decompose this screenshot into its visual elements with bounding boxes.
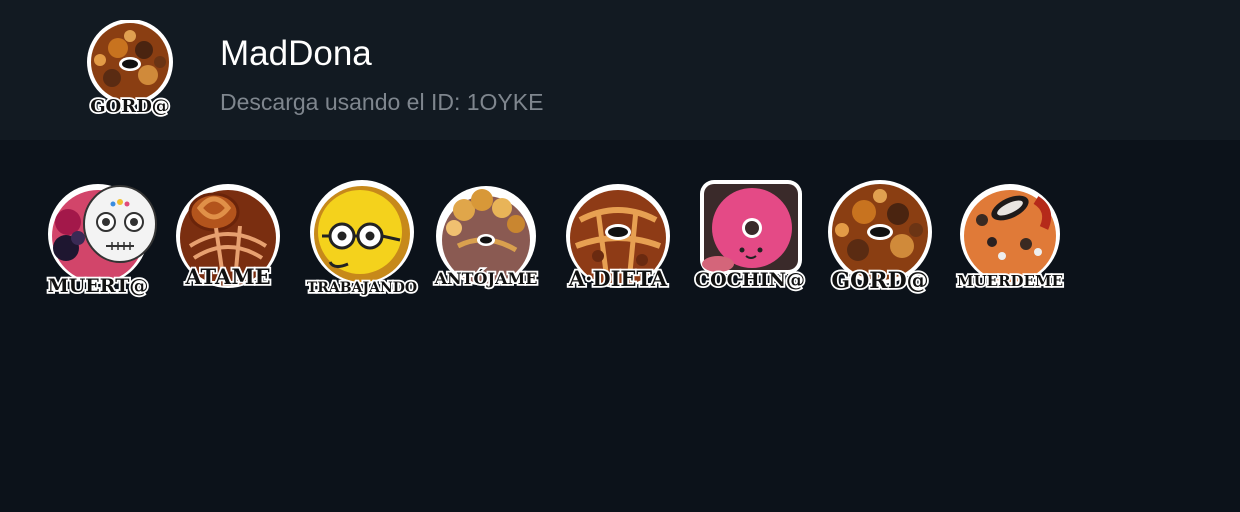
sticker-trabajando[interactable]: TRABAJANDO — [300, 180, 422, 298]
caramel-donut-icon: A·DIETA — [566, 184, 670, 293]
pink-piggy-donut-icon: COCHIN@ — [693, 180, 807, 293]
download-id-text: Descarga usando el ID: 1OYKE — [220, 89, 544, 115]
sticker-cochino[interactable]: COCHIN@ — [688, 180, 810, 298]
sticker-caption: ATAME — [184, 264, 270, 289]
glasses-smiley-donut-icon: TRABAJANDO — [305, 180, 419, 298]
sticker-caption: GORD@ — [831, 268, 928, 294]
sticker-caption: A·DIETA — [568, 266, 668, 291]
sticker-caption: COCHIN@ — [695, 269, 805, 291]
cookie-bacon-donut-icon: MUERDEME — [955, 184, 1065, 292]
thumbnail-caption: GORD@ — [90, 96, 170, 117]
pack-header: GORD@ MadDona Descarga usando el ID: 1OY… — [0, 0, 1240, 140]
sticker-muerdeme[interactable]: MUERDEME — [952, 180, 1074, 298]
sticker-atame[interactable]: ATAME — [170, 180, 292, 298]
loaded-chocolate-donut-icon: GORD@ — [828, 180, 932, 296]
sticker-a-dieta[interactable]: A·DIETA — [558, 180, 680, 298]
page-title: MadDona — [220, 34, 372, 73]
sticker-antojame[interactable]: ANTÓJAME — [428, 180, 550, 298]
sticker-caption: ANTÓJAME — [434, 268, 538, 288]
sticker-gordo[interactable]: GORD@ — [818, 180, 940, 298]
popcorn-donut-icon: ANTÓJAME — [432, 186, 539, 290]
sugar-skull-donut-icon: MUERT@ — [46, 184, 157, 298]
sticker-caption: TRABAJANDO — [307, 280, 417, 296]
sticker-muerto[interactable]: MUERT@ — [42, 180, 164, 298]
sticker-grid: MUERT@ ATAME TRABAJANDO ANTÓJAME A·DIETA… — [0, 140, 1240, 512]
sticker-caption: MUERT@ — [48, 275, 149, 297]
sticker-caption: MUERDEME — [957, 272, 1063, 290]
pretzel-donut-icon: ATAME — [176, 184, 280, 291]
pack-thumbnail-icon[interactable]: GORD@ — [78, 20, 182, 120]
